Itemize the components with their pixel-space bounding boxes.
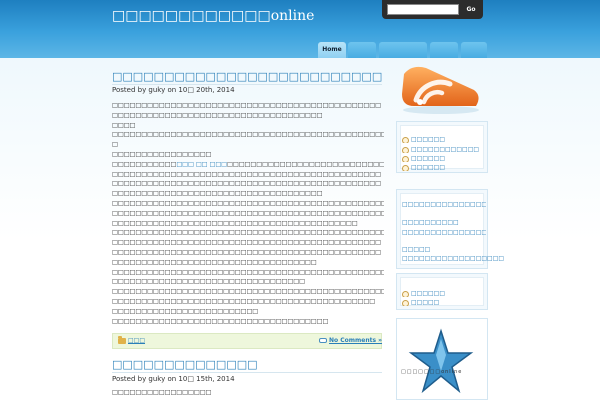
- sidebar-link[interactable]: □□□□□□□□□□□□□□□□□□□□□: [402, 228, 486, 237]
- post-paragraph: □: [112, 141, 118, 149]
- sidebar-link[interactable]: □□□□□□: [402, 164, 445, 171]
- post-paragraph: □□□□□□□□□□□□□□□□□□□□□□□□□□□□□□□□□□□□□□□□…: [112, 229, 384, 237]
- sidebar-link[interactable]: □□□□□: [402, 246, 430, 253]
- sidebar-link[interactable]: □□□□□□□□□□□□□□□□□□□□□□□: [402, 200, 486, 209]
- sidebar-link[interactable]: □□□□□□□□□□: [402, 219, 459, 226]
- banner-text: □□□□□□□online: [401, 369, 463, 375]
- post-meta: Posted by guky on 10□ 15th, 2014: [112, 375, 235, 383]
- sidebar-widget-archive: □□□□□□ □□□□□: [396, 273, 488, 310]
- sidebar-widget-pages: □□□□□□ □□□□□□□□□□□□ □□□□□□ □□□□□□: [396, 121, 488, 173]
- star-logo-icon: [408, 328, 474, 394]
- post-meta: Posted by guky on 10□ 20th, 2014: [112, 86, 235, 94]
- post-paragraph: □□□□□□□□□□□□□□□□□□□□□□□□□□□□□□□□□□□□□□□□…: [112, 199, 384, 207]
- comment-icon: [319, 338, 327, 343]
- nav-tab-4[interactable]: [430, 42, 458, 58]
- sidebar-widget-recent: □□□□□□□□□□□□□□□ □□□□□□□□ □□ □□□□□□□□ □□□□□…: [396, 189, 504, 269]
- post-paragraph: □□□□□□□□□□□□□□□□□□□□□□□□□□□□□□□□□□□□□□□□…: [112, 288, 384, 296]
- sidebar-banner[interactable]: □□□□□□□online: [396, 318, 488, 400]
- sidebar-link[interactable]: □□□□□□□□□□□□: [402, 146, 479, 153]
- nav-tab-3[interactable]: [379, 42, 427, 58]
- search-input[interactable]: [387, 4, 459, 15]
- post-body: □□□□□□□□□□□□□□□□□□□□□□□□□□□□□□□□□□□□□□□□…: [112, 101, 384, 325]
- nav-tab-2[interactable]: [348, 42, 376, 58]
- sidebar-link[interactable]: □□□□□: [402, 299, 439, 306]
- post-paragraph: □□□□□□□□□□□□□□□□□□□□□□□□□□□□□□□□□□□□□□□□…: [112, 239, 381, 266]
- rss-feed-icon[interactable]: [398, 60, 484, 116]
- sidebar-link[interactable]: □□□□□□: [402, 155, 445, 162]
- post-paragraph: □□□□□□□□□□□□□□□□□□□□□□□□□□□□□□□□□: [112, 278, 305, 286]
- post-paragraph: □□□□□□□□□□□□□□□□□□□□□□□□□□□□□□□□□□□□□□□□…: [112, 297, 376, 305]
- post-paragraph: □□□□□□□□□□□□□□□□□□□□□□□□□□□□□□□□□□□□□□□□…: [112, 131, 384, 139]
- sidebar-link[interactable]: □□□□□□: [402, 136, 445, 143]
- post-paragraph: □□□□□□□□□□□□□□□□□□□□□□□□□□□□□□□□□□□□□□□□…: [112, 268, 384, 276]
- sidebar-link[interactable]: □□□□□□: [402, 290, 445, 297]
- nav-tab-home[interactable]: Home: [318, 42, 346, 58]
- post-paragraph: □□□□□□□□□□□□□□□□□□□□□□□□□: [112, 307, 259, 315]
- search-go-button[interactable]: Go: [462, 4, 480, 15]
- post-paragraph: □□□□□□□□□□□□□□□□□□□□□□□□□□□□□□□□□□□□□□□□…: [112, 209, 384, 217]
- post-paragraph: □□□□: [112, 121, 136, 129]
- post-paragraph: □□□□□□□□□□□□□□ □□ □□□□□□□□□□□□□□□□□□□□□□…: [112, 160, 384, 170]
- folder-icon: [118, 336, 126, 344]
- post-paragraph: □□□□□□□□□□□□□□□□□: [112, 150, 212, 158]
- post-paragraph: □□□□□□□□□□□□□□□□□□□□□□□□□□□□□□□□□□□□□□□□…: [112, 170, 381, 198]
- post-text: □□□□□□□□□□□□□□□□□□□□□□□□□□□□□□□□□□□□□□□□: [227, 160, 384, 168]
- nav-tab-5[interactable]: [461, 42, 487, 58]
- site-title[interactable]: □□□□□□□□□□□□online: [112, 8, 382, 24]
- post-title[interactable]: □□□□□□□□□□□□□□: [112, 358, 382, 373]
- post-footer: □□□ No Comments »: [112, 333, 382, 349]
- post-paragraph: □□□□□□□□□□□□□□□□□□□□□□□□□□□□□□□□□□□□□□□□…: [112, 219, 358, 227]
- post-paragraph: □□□□□□□□□□□□□□□□□□□□□□□□□□□□□□□□□□□□□□□□…: [112, 102, 381, 119]
- post-text: □□□□□□□□□□□: [112, 160, 177, 168]
- post-comments-link[interactable]: No Comments »: [329, 334, 382, 348]
- post-paragraph: □□□□□□□□□□□□□□□□□: [112, 389, 212, 396]
- post-paragraph: □□□□□□□□□□□□□□□□□□□□□□□□□□□□□□□□□□□□□: [112, 317, 329, 325]
- site-header: □□□□□□□□□□□□online Go Home: [0, 0, 600, 58]
- search-box: Go: [382, 0, 483, 19]
- post-category-link[interactable]: □□□: [128, 334, 145, 348]
- post-inline-link[interactable]: □□□ □□ □□□: [176, 161, 227, 168]
- sidebar-link[interactable]: □□□□□□□□□□□□□□□□□□: [402, 255, 504, 262]
- post-title[interactable]: □□□□□□□□□□□□□□□□□□□□□□□□□□□□□□: [112, 70, 382, 85]
